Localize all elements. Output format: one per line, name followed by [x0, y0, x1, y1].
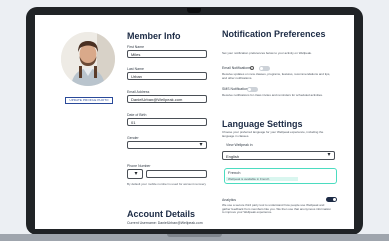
analytics-toggle[interactable]	[326, 197, 337, 202]
sms-notifications-desc: Receive notifications for class invites …	[222, 93, 323, 97]
toggle-knob	[332, 197, 337, 202]
view-in-label: View Wellpeak in	[226, 143, 253, 147]
last-name-label: Last Name	[127, 67, 144, 71]
phone-label: Phone Number	[127, 164, 151, 168]
language-option-note: Wellpeak is available in French	[228, 177, 270, 181]
sms-notifications-label: SMS Notifications	[222, 87, 250, 91]
dob-input[interactable]: 01	[127, 118, 207, 126]
current-username: Current Username: DanielUrban@Wellpeak.c…	[127, 221, 203, 225]
gender-label: Gender	[127, 136, 139, 140]
avatar-photo	[61, 32, 115, 86]
language-chevron-down-icon[interactable]: ▾	[325, 151, 333, 160]
update-photo-button[interactable]: UPDATE PROFILE PHOTO	[65, 97, 113, 104]
email-label: Email Address	[127, 90, 150, 94]
member-info-heading: Member Info	[127, 31, 181, 41]
phone-hint: By default your mobile number is used fo…	[127, 182, 207, 186]
analytics-desc: We use a secure third party tool to unde…	[222, 203, 332, 215]
info-icon[interactable]: i	[250, 66, 254, 71]
language-select[interactable]: English	[222, 151, 335, 160]
first-name-input[interactable]: Miles	[127, 50, 207, 58]
phone-country-select[interactable]: ▾	[127, 169, 143, 179]
language-dropdown[interactable]	[224, 168, 337, 184]
account-details-heading: Account Details	[127, 209, 196, 219]
sms-notifications-toggle[interactable]	[247, 87, 258, 92]
toggle-knob	[259, 66, 264, 71]
gender-chevron-down-icon[interactable]: ▾	[197, 141, 205, 150]
analytics-label: Analytics	[222, 198, 237, 202]
dob-label: Date of Birth	[127, 113, 147, 117]
language-settings-heading: Language Settings	[222, 119, 303, 129]
notification-intro: Set your notification preferences below …	[222, 51, 312, 55]
app-screen: UPDATE PROFILE PHOTO Member Info First N…	[35, 15, 354, 229]
email-notifications-desc: Receive updates on new classes, programs…	[222, 72, 331, 80]
camera-notch	[187, 8, 201, 13]
last-name-input[interactable]: Urban	[127, 72, 207, 80]
email-input[interactable]: DanielUrban@Wellpeak.com	[127, 95, 207, 103]
notification-preferences-heading: Notification Preferences	[222, 29, 326, 39]
phone-input[interactable]	[146, 170, 207, 178]
laptop-base	[0, 234, 389, 241]
country-chevron-down-icon: ▾	[134, 171, 138, 177]
email-notifications-toggle[interactable]	[259, 66, 270, 71]
email-notifications-label: Email Notifications	[222, 66, 251, 70]
first-name-label: First Name	[127, 45, 145, 49]
language-intro: Choose your preferred language for your …	[222, 130, 324, 138]
toggle-knob	[247, 87, 252, 92]
gender-select[interactable]	[127, 141, 207, 149]
avatar[interactable]	[61, 32, 115, 86]
language-option-french[interactable]: French	[228, 171, 240, 175]
